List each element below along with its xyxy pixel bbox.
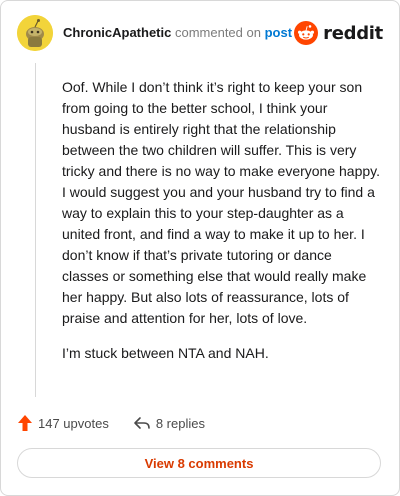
upvote-arrow-icon xyxy=(18,415,32,431)
comment-byline: ChronicApathetic commented on post xyxy=(63,25,292,41)
upvote-button[interactable]: 147 upvotes xyxy=(17,414,109,432)
comment-card: ChronicApathetic commented on post reddi… xyxy=(0,0,400,496)
thread-line[interactable] xyxy=(35,63,36,397)
comment-body: Oof. While I don’t think it’s right to k… xyxy=(62,77,382,378)
snoo-avatar-icon[interactable] xyxy=(17,15,53,51)
reply-button[interactable]: 8 replies xyxy=(133,415,205,431)
reply-arrow-icon xyxy=(134,417,150,429)
comment-paragraph: I’m stuck between NTA and NAH. xyxy=(62,345,269,361)
comment-actions: 147 upvotes 8 replies xyxy=(17,413,229,433)
comment-paragraph: Oof. While I don’t think it’s right to k… xyxy=(62,79,381,326)
post-link[interactable]: post xyxy=(265,25,292,40)
upvote-count: 147 upvotes xyxy=(38,415,109,431)
comment-header: ChronicApathetic commented on post reddi… xyxy=(17,15,383,51)
view-comments-button[interactable]: View 8 comments xyxy=(17,448,381,478)
reply-count: 8 replies xyxy=(155,415,205,431)
action-text: commented on xyxy=(174,25,261,40)
brand-name: reddit xyxy=(323,22,383,44)
author-username[interactable]: ChronicApathetic xyxy=(63,25,171,40)
reddit-brand[interactable]: reddit xyxy=(294,21,383,45)
reddit-logo-icon xyxy=(294,21,319,45)
